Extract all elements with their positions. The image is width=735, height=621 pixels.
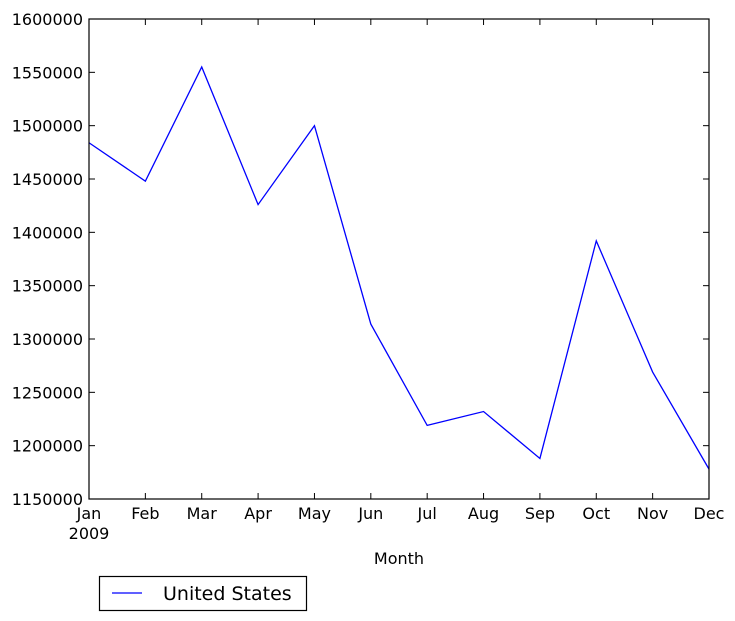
y-tick-label: 1150000 <box>12 490 83 509</box>
x-tick-label: Sep <box>525 504 555 523</box>
y-tick-label: 1600000 <box>12 10 83 29</box>
line-chart: 1150000 1200000 1250000 1300000 1350000 14000… <box>12 10 725 612</box>
y-tick-label: 1350000 <box>12 277 83 296</box>
y-tick-label: 1500000 <box>12 117 83 136</box>
x-tick-label: Aug <box>468 504 499 523</box>
y-tick-label: 1400000 <box>12 223 83 242</box>
x-axis-ticks: Jan Feb Mar Apr May Jun Jul Aug Sep Oct Nov Dec <box>76 19 725 523</box>
x-axis-title: Month <box>374 549 424 568</box>
y-tick-label: 1200000 <box>12 437 83 456</box>
y-tick-label: 1300000 <box>12 330 83 349</box>
y-tick-label: 1250000 <box>12 383 83 402</box>
x-tick-label: Nov <box>637 504 668 523</box>
x-tick-label: Jun <box>357 504 383 523</box>
series-line <box>88 65 710 470</box>
y-tick-label: 1550000 <box>12 63 83 82</box>
x-tick-label: Feb <box>131 504 159 523</box>
x-tick-label: Mar <box>187 504 218 523</box>
x-tick-label: Dec <box>694 504 725 523</box>
plot-area-frame <box>88 18 710 500</box>
x-tick-label: Oct <box>582 504 610 523</box>
x-tick-label: Jan <box>76 504 102 523</box>
x-tick-label: Apr <box>244 504 272 523</box>
y-tick-label: 1450000 <box>12 170 83 189</box>
x-axis-year-label: 2009 <box>69 524 110 543</box>
legend: United States <box>98 575 308 612</box>
x-tick-label: Jul <box>417 504 437 523</box>
x-tick-label: May <box>298 504 331 523</box>
series-lines <box>88 65 710 470</box>
legend-label: United States <box>163 583 292 605</box>
